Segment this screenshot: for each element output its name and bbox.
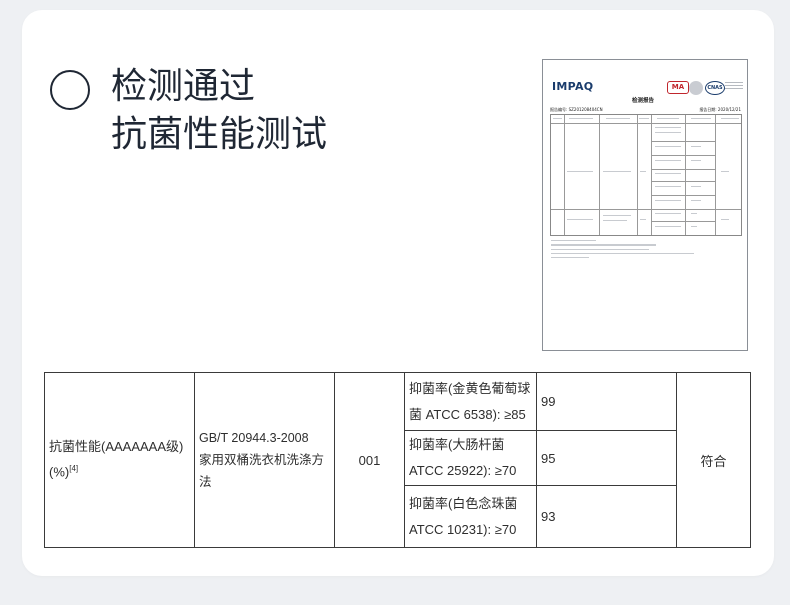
report-mini-table (550, 114, 742, 236)
headline: 检测通过 抗菌性能测试 (111, 63, 327, 159)
cnas-seal-icon: CNAS (705, 81, 725, 95)
method-name: 家用双桶洗衣机洗涤方法 (199, 453, 325, 489)
requirement-cell: 抑菌率(金黄色葡萄球菌 ATCC 6538): ≥85 (404, 372, 537, 431)
footnote-marker: [4] (69, 464, 79, 474)
headline-line-2: 抗菌性能测试 (111, 114, 328, 155)
accreditation-text-icon (725, 82, 743, 94)
status-circle-icon (50, 70, 90, 110)
table-row: 抗菌性能(AAAAAAA级)(%)[4] GB/T 20944.3-2008 家用… (44, 372, 751, 548)
test-item-label: 抗菌性能(AAAAAAA级)(%) (49, 439, 184, 480)
result-cell: 99 (536, 372, 677, 431)
test-report-thumbnail: IMPAQ MA CNAS 检测报告 报告编号: SZ201208404CN 报… (542, 59, 748, 351)
report-title: 检测报告 (632, 98, 655, 104)
impaq-logo: IMPAQ (552, 80, 594, 93)
requirement-cell: 抑菌率(大肠杆菌 ATCC 25922): ≥70 (404, 430, 537, 486)
verdict-cell: 符合 (676, 372, 751, 548)
ilac-seal-icon (689, 81, 703, 95)
test-item-cell: 抗菌性能(AAAAAAA级)(%)[4] (44, 372, 195, 548)
result-cell: 95 (536, 430, 677, 486)
requirement-cell: 抑菌率(白色念珠菌 ATCC 10231): ≥70 (404, 485, 537, 548)
method-standard: GB/T 20944.3-2008 (199, 431, 309, 445)
result-cell: 93 (536, 485, 677, 548)
results-table: 抗菌性能(AAAAAAA级)(%)[4] GB/T 20944.3-2008 家用… (44, 372, 751, 548)
report-number: 报告编号: SZ201208404CN (550, 107, 603, 112)
sample-count-cell: 001 (334, 372, 405, 548)
report-notes (551, 240, 701, 261)
ma-seal-icon: MA (667, 81, 689, 94)
report-date: 报告日期: 2020/12/21 (699, 107, 741, 112)
test-method-cell: GB/T 20944.3-2008 家用双桶洗衣机洗涤方法 (194, 372, 335, 548)
headline-line-1: 检测通过 (111, 66, 256, 107)
